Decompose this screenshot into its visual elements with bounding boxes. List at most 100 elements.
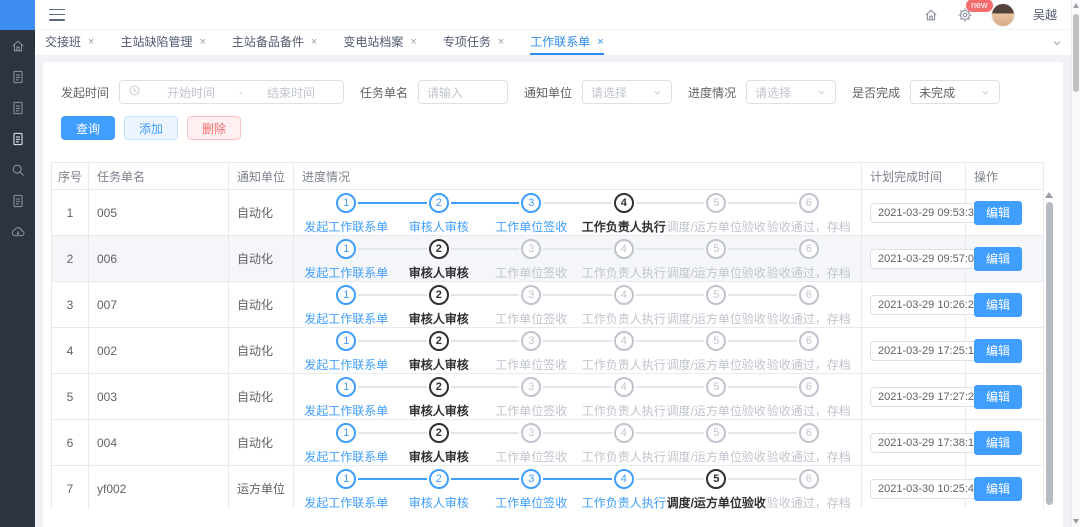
step-number: 2 (429, 239, 449, 259)
tab-交接班[interactable]: 交接班× (45, 30, 94, 55)
step-title: 工作负责人执行 (582, 356, 666, 373)
notify-unit-select[interactable]: 请选择 (582, 80, 672, 104)
task-table: 序号 任务单名 通知单位 进度情况 计划完成时间 操作 1005自动化1发起工作… (51, 162, 1044, 509)
step-title: 审核人审核 (409, 494, 469, 510)
cell-notify-unit: 自动化 (229, 374, 294, 420)
user-name[interactable]: 吴越 (1033, 6, 1057, 23)
task-name-input[interactable]: 请输入 (418, 80, 508, 104)
step-number: 3 (521, 469, 541, 489)
edit-button[interactable]: 编辑 (974, 247, 1022, 271)
table-row: 4002自动化1发起工作联系单2审核人审核3工作单位签收4工作负责人执行5调度/… (52, 328, 1044, 374)
cell-actions: 编辑 (966, 236, 1044, 282)
step-title: 工作负责人执行 (582, 448, 666, 465)
edit-button[interactable]: 编辑 (974, 339, 1022, 363)
close-icon[interactable]: × (410, 36, 416, 48)
progress-steps: 1发起工作联系单2审核人审核3工作单位签收4工作负责人执行5调度/运方单位验收6… (300, 331, 855, 373)
avatar[interactable] (991, 3, 1015, 27)
step-4: 4工作负责人执行 (578, 193, 671, 235)
document-icon[interactable] (10, 193, 26, 209)
scroll-up-arrow-icon[interactable] (1073, 3, 1079, 8)
close-icon[interactable]: × (311, 36, 317, 48)
progress-steps: 1发起工作联系单2审核人审核3工作单位签收4工作负责人执行5调度/运方单位验收6… (300, 469, 855, 510)
edit-button[interactable]: 编辑 (974, 293, 1022, 317)
search-icon[interactable] (10, 162, 26, 178)
step-title: 审核人审核 (409, 448, 469, 465)
gear-icon[interactable]: new (957, 7, 973, 23)
date-range-picker[interactable]: 开始时间 - 结束时间 (119, 80, 344, 104)
cell-index: 5 (52, 374, 89, 420)
task-table-wrap: 序号 任务单名 通知单位 进度情况 计划完成时间 操作 1005自动化1发起工作… (51, 162, 1055, 509)
action-buttons: 查询 添加 删除 (51, 116, 1055, 140)
table-scrollbar-thumb[interactable] (1046, 202, 1053, 505)
step-1: 1发起工作联系单 (300, 331, 393, 373)
step-5: 5调度/运方单位验收 (670, 377, 763, 419)
add-button[interactable]: 添加 (124, 116, 178, 140)
progress-select[interactable]: 请选择 (746, 80, 836, 104)
col-notify-unit: 通知单位 (229, 163, 294, 190)
tab-专项任务[interactable]: 专项任务× (443, 30, 504, 55)
step-3: 3工作单位签收 (485, 285, 578, 327)
cell-actions: 编辑 (966, 282, 1044, 328)
close-icon[interactable]: × (498, 36, 504, 48)
tab-工作联系单[interactable]: 工作联系单× (530, 30, 603, 55)
scroll-down-arrow-icon[interactable] (1073, 519, 1079, 524)
cell-actions: 编辑 (966, 328, 1044, 374)
document-icon[interactable] (10, 131, 26, 147)
tab-主站备品备件[interactable]: 主站备品备件× (232, 30, 317, 55)
edit-button[interactable]: 编辑 (974, 477, 1022, 501)
step-title: 工作单位签收 (495, 448, 567, 465)
step-title: 验收通过，存档 (767, 218, 851, 235)
step-title: 发起工作联系单 (304, 494, 388, 510)
step-title: 工作单位签收 (495, 218, 567, 235)
edit-button[interactable]: 编辑 (974, 385, 1022, 409)
step-6: 6验收通过，存档 (763, 331, 856, 373)
tab-变电站档案[interactable]: 变电站档案× (343, 30, 416, 55)
step-number: 3 (521, 285, 541, 305)
search-button[interactable]: 查询 (61, 116, 115, 140)
planned-time-value: 2021-03-29 10:26:22 (870, 295, 988, 315)
page-scrollbar-thumb[interactable] (1073, 14, 1079, 92)
step-5: 5调度/运方单位验收 (670, 423, 763, 465)
delete-button[interactable]: 删除 (187, 116, 241, 140)
step-number: 1 (336, 423, 356, 443)
content-area: 发起时间 开始时间 - 结束时间 任务单名 请输入 通知单位 请选择 进度情况 (35, 56, 1071, 527)
step-title: 验收通过，存档 (767, 448, 851, 465)
step-number: 2 (429, 469, 449, 489)
cell-task-name: 003 (89, 374, 229, 420)
cloud-download-icon[interactable] (10, 224, 26, 240)
close-icon[interactable]: × (597, 36, 603, 48)
hamburger-icon[interactable] (49, 9, 65, 21)
step-6: 6验收通过，存档 (763, 423, 856, 465)
home-icon[interactable] (10, 38, 26, 54)
step-number: 3 (521, 331, 541, 351)
step-title: 审核人审核 (409, 402, 469, 419)
tab-主站缺陷管理[interactable]: 主站缺陷管理× (120, 30, 205, 55)
cell-task-name: 007 (89, 282, 229, 328)
step-title: 验收通过，存档 (767, 494, 851, 510)
close-icon[interactable]: × (199, 36, 205, 48)
planned-time-value: 2021-03-29 09:57:08 (870, 249, 988, 269)
col-progress: 进度情况 (294, 163, 862, 190)
tabs-dropdown-button[interactable] (1043, 30, 1071, 55)
step-title: 工作负责人执行 (582, 218, 666, 235)
document-icon[interactable] (10, 69, 26, 85)
edit-button[interactable]: 编辑 (974, 201, 1022, 225)
edit-button[interactable]: 编辑 (974, 431, 1022, 455)
scroll-up-arrow-icon[interactable] (1045, 192, 1053, 198)
cell-notify-unit: 自动化 (229, 328, 294, 374)
document-icon[interactable] (10, 100, 26, 116)
end-time-placeholder: 结束时间 (267, 84, 315, 101)
planned-time-value: 2021-03-29 09:53:38 (870, 203, 988, 223)
cell-actions: 编辑 (966, 466, 1044, 510)
home-icon[interactable] (923, 7, 939, 23)
step-number: 6 (799, 377, 819, 397)
page-scrollbar (1071, 0, 1080, 527)
close-icon[interactable]: × (88, 36, 94, 48)
cell-task-name: 002 (89, 328, 229, 374)
completed-select[interactable]: 未完成 (910, 80, 1000, 104)
cell-progress: 1发起工作联系单2审核人审核3工作单位签收4工作负责人执行5调度/运方单位验收6… (294, 282, 862, 328)
completed-label: 是否完成 (852, 84, 900, 101)
step-6: 6验收通过，存档 (763, 239, 856, 281)
progress-steps: 1发起工作联系单2审核人审核3工作单位签收4工作负责人执行5调度/运方单位验收6… (300, 193, 855, 235)
top-bar: new 吴越 (35, 0, 1071, 30)
